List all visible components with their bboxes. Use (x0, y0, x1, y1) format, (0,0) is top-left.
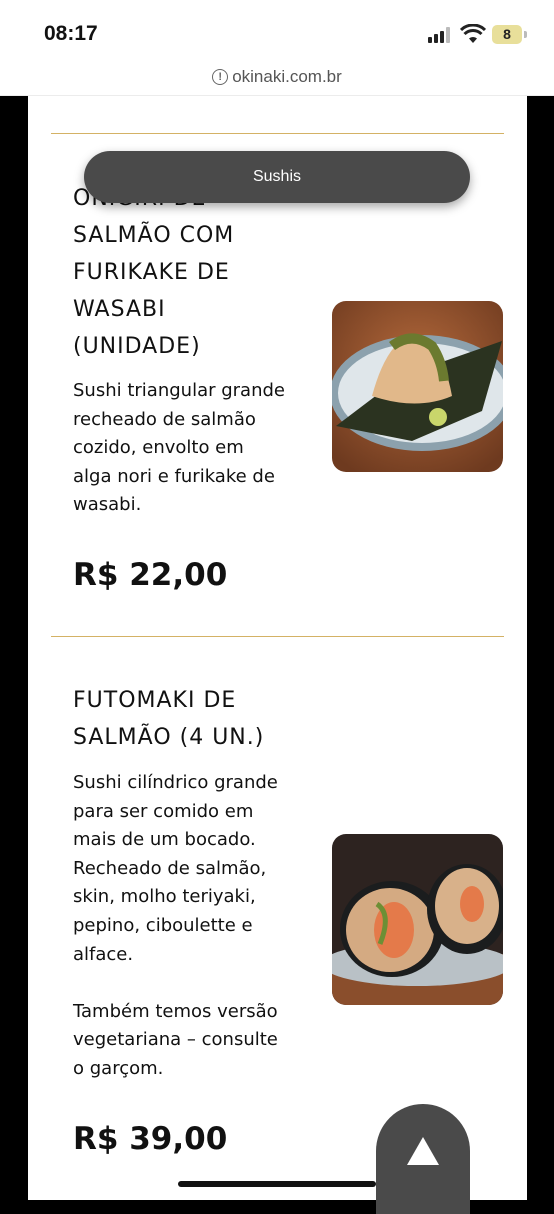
scroll-to-top-button[interactable] (376, 1104, 470, 1214)
item-divider (51, 133, 504, 134)
url-text[interactable]: okinaki.com.br (232, 67, 342, 87)
home-indicator (178, 1181, 376, 1187)
status-bar: 08:17 8 (0, 0, 554, 62)
item-title: FUTOMAKI DE SALMÃO (4 UN.) (73, 688, 265, 750)
item-price: R$ 39,00 (73, 1121, 228, 1157)
info-icon[interactable]: ! (212, 69, 229, 85)
cellular-signal-icon (428, 27, 454, 43)
item-price: R$ 22,00 (73, 557, 228, 593)
onigiri-image (332, 301, 503, 472)
battery-icon: 8 (492, 25, 522, 44)
battery-tip (524, 31, 527, 38)
item-description: Sushi triangular grande recheado de salm… (73, 380, 285, 516)
status-time: 08:17 (44, 22, 98, 45)
item-title: ONIGIRI DE SALMÃO COM FURIKAKE DE WASABI… (73, 186, 235, 359)
address-bar[interactable]: ! okinaki.com.br (0, 62, 554, 96)
futomaki-image (332, 834, 503, 1005)
menu-content[interactable]: ONIGIRI DE SALMÃO COM FURIKAKE DE WASABI… (28, 96, 527, 1200)
item-description: Sushi cilíndrico grande para ser comido … (73, 772, 278, 1079)
wifi-icon (460, 24, 486, 43)
arrow-up-icon (407, 1137, 439, 1165)
item-divider (51, 636, 504, 637)
category-pill-sushis[interactable]: Sushis (84, 151, 470, 203)
